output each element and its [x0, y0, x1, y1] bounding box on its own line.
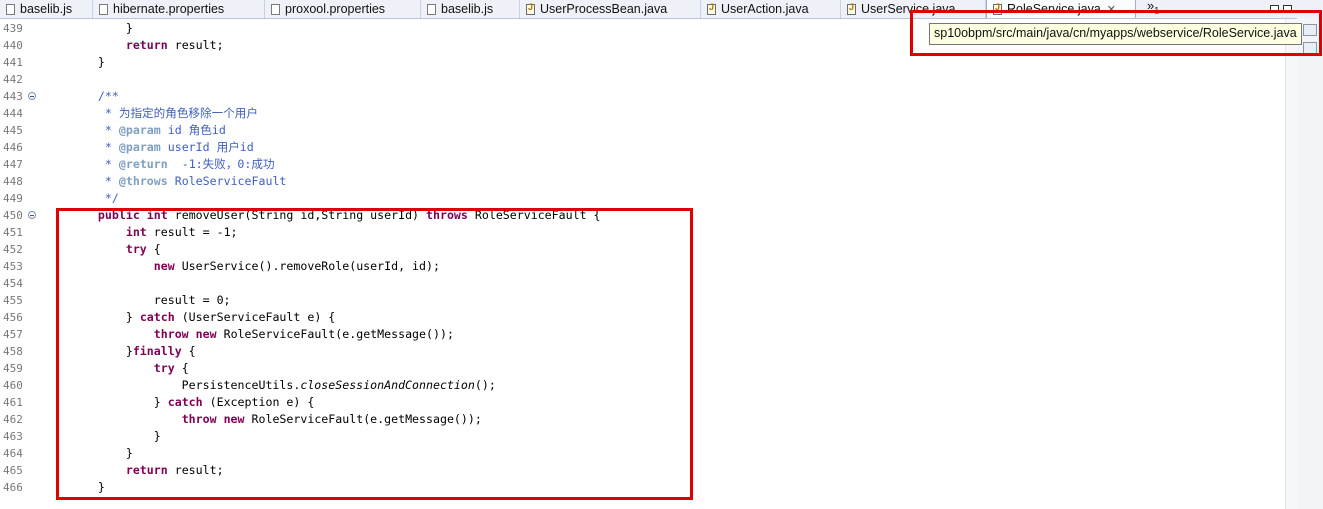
file-icon — [6, 3, 15, 15]
overview-ruler[interactable] — [1285, 19, 1297, 509]
line-number: 445 — [3, 124, 23, 137]
line-number: 463 — [3, 430, 23, 443]
tab-useraction-java[interactable]: UserAction.java — [701, 0, 841, 18]
tab-label: hibernate.properties — [113, 2, 225, 16]
right-side-panel — [1296, 18, 1323, 509]
code-text: } — [70, 55, 105, 69]
highlight-box-method — [56, 208, 693, 500]
tab-proxool-properties[interactable]: proxool.properties — [265, 0, 421, 18]
line-number: 451 — [3, 226, 23, 239]
code-line: 448 * @throws RoleServiceFault — [0, 173, 1280, 190]
line-number: 447 — [3, 158, 23, 171]
line-number: 464 — [3, 447, 23, 460]
line-number: 458 — [3, 345, 23, 358]
code-line: 442 — [0, 71, 1280, 88]
line-number: 442 — [3, 73, 23, 86]
java-file-icon — [526, 2, 535, 15]
fold-toggle-icon[interactable] — [28, 92, 36, 100]
tab-label: UserProcessBean.java — [540, 2, 668, 16]
line-number: 460 — [3, 379, 23, 392]
line-number: 444 — [3, 107, 23, 120]
tab-label: proxool.properties — [285, 2, 386, 16]
code-line: 447 * @return -1:失败，0:成功 — [0, 156, 1280, 173]
line-number: 441 — [3, 56, 23, 69]
line-number: 459 — [3, 362, 23, 375]
line-number: 462 — [3, 413, 23, 426]
line-number: 465 — [3, 464, 23, 477]
line-number: 440 — [3, 39, 23, 52]
tab-baselib-js-2[interactable]: baselib.js — [421, 0, 520, 18]
code-line: 445 * @param id 角色id — [0, 122, 1280, 139]
code-line: 441 } — [0, 54, 1280, 71]
line-number: 446 — [3, 141, 23, 154]
highlight-box-tooltip — [910, 10, 1322, 56]
code-text: * @return -1:失败，0:成功 — [70, 157, 275, 171]
line-number: 453 — [3, 260, 23, 273]
line-number: 456 — [3, 311, 23, 324]
code-text: * @param id 角色id — [70, 123, 226, 137]
code-line: 444 * 为指定的角色移除一个用户 — [0, 105, 1280, 122]
file-icon — [271, 3, 280, 15]
code-line: 449 */ — [0, 190, 1280, 207]
file-icon — [427, 3, 436, 15]
tab-baselib-js[interactable]: baselib.js — [0, 0, 93, 18]
java-file-icon — [707, 2, 716, 15]
line-number: 457 — [3, 328, 23, 341]
line-number: 449 — [3, 192, 23, 205]
code-text: * @param userId 用户id — [70, 140, 254, 154]
line-number: 448 — [3, 175, 23, 188]
line-number: 452 — [3, 243, 23, 256]
code-text: * 为指定的角色移除一个用户 — [70, 106, 258, 120]
line-number: 455 — [3, 294, 23, 307]
tab-hibernate-properties[interactable]: hibernate.properties — [93, 0, 265, 18]
code-text: return result; — [125, 38, 224, 52]
tab-label: UserAction.java — [721, 2, 809, 16]
tab-label: baselib.js — [20, 2, 73, 16]
java-file-icon — [847, 2, 856, 15]
line-number: 461 — [3, 396, 23, 409]
tab-userprocessbean-java[interactable]: UserProcessBean.java — [520, 0, 701, 18]
tab-label: baselib.js — [441, 2, 494, 16]
fold-toggle-icon[interactable] — [28, 211, 36, 219]
code-line: 446 * @param userId 用户id — [0, 139, 1280, 156]
file-icon — [99, 3, 108, 15]
code-text: * @throws RoleServiceFault — [70, 174, 287, 188]
code-line: 443 /** — [0, 88, 1280, 105]
line-number: 454 — [3, 277, 23, 290]
line-number: 439 — [3, 22, 23, 35]
code-text: } — [70, 21, 133, 35]
code-text: /** — [70, 89, 119, 103]
line-number: 466 — [3, 481, 23, 494]
code-text: */ — [70, 191, 119, 205]
